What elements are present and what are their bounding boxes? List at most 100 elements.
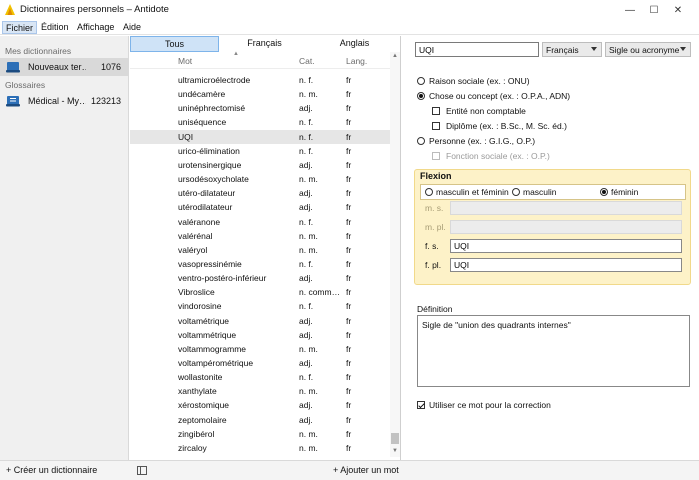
cell-mot: zingibérol: [178, 428, 215, 439]
cell-mot: uniséquence: [178, 117, 227, 128]
table-row[interactable]: uninéphrectomisé adj. fr: [130, 101, 390, 115]
cell-cat: adj.: [299, 103, 313, 114]
table-row[interactable]: urotensinergique adj. fr: [130, 158, 390, 172]
cell-lang: fr: [346, 131, 352, 142]
table-row[interactable]: ursodésoxycholate n. m. fr: [130, 172, 390, 186]
table-row[interactable]: voltampérométrique adj. fr: [130, 356, 390, 370]
table-row[interactable]: valérénal n. m. fr: [130, 229, 390, 243]
cell-lang: fr: [346, 202, 352, 213]
radio-feminin[interactable]: [600, 188, 608, 196]
cell-cat: adj.: [299, 414, 313, 425]
table-row[interactable]: xanthylate n. m. fr: [130, 384, 390, 398]
menu-fichier[interactable]: Fichier: [2, 21, 38, 34]
scroll-thumb[interactable]: [391, 433, 399, 444]
scroll-down-icon[interactable]: ▼: [392, 448, 398, 454]
cell-mot: vindorosine: [178, 301, 222, 312]
table-row[interactable]: vindorosine n. f. fr: [130, 299, 390, 313]
input-mpl[interactable]: [450, 220, 682, 234]
create-dictionary-button[interactable]: + Créer un dictionnaire: [6, 465, 97, 475]
table-row[interactable]: xérostomique adj. fr: [130, 398, 390, 412]
panel-toggle-icon[interactable]: [137, 466, 147, 475]
word-list: ultramicroélectrode n. f. fr undécamère n. m…: [130, 73, 390, 457]
table-row[interactable]: voltammogramme n. m. fr: [130, 342, 390, 356]
filter-tab-tous[interactable]: Tous: [130, 36, 219, 52]
table-row[interactable]: valéryol n. m. fr: [130, 243, 390, 257]
radio-chose-concept[interactable]: [417, 92, 425, 100]
checkbox-entite-non-comptable[interactable]: [432, 107, 440, 115]
filter-tab-francais[interactable]: Français: [220, 36, 309, 52]
radio-personne[interactable]: [417, 137, 425, 145]
column-header-mot[interactable]: Mot: [178, 56, 192, 66]
table-row[interactable]: undécamère n. m. fr: [130, 87, 390, 101]
definition-textarea[interactable]: Sigle de "union des quadrants internes": [417, 315, 690, 387]
cell-cat: n. m.: [299, 230, 318, 241]
table-row[interactable]: ultramicroélectrode n. f. fr: [130, 73, 390, 87]
filter-tab-anglais[interactable]: Anglais: [310, 36, 399, 52]
word-input[interactable]: [415, 42, 539, 57]
input-fpl[interactable]: [450, 258, 682, 272]
radio-raison-sociale[interactable]: [417, 77, 425, 85]
table-row[interactable]: Vibroslice n. comm… fr: [130, 285, 390, 299]
column-header-cat[interactable]: Cat.: [299, 56, 315, 66]
cell-lang: fr: [346, 343, 352, 354]
cell-cat: n. m.: [299, 244, 318, 255]
label-chose-concept: Chose ou concept (ex. : O.P.A., ADN): [429, 91, 571, 101]
cell-lang: fr: [346, 145, 352, 156]
table-row[interactable]: voltamétrique adj. fr: [130, 314, 390, 328]
menu-aide[interactable]: Aide: [120, 21, 144, 34]
checkbox-use-for-correction[interactable]: [417, 401, 425, 409]
cell-cat: n. f.: [299, 216, 314, 227]
table-row[interactable]: uniséquence n. f. fr: [130, 115, 390, 129]
input-fs[interactable]: [450, 239, 682, 253]
flexion-title: Flexion: [420, 171, 452, 181]
cell-mot: voltampérométrique: [178, 358, 254, 368]
table-row[interactable]: ventro-postéro-inférieur adj. fr: [130, 271, 390, 285]
scroll-up-icon[interactable]: ▲: [392, 53, 398, 59]
cell-cat: adj.: [299, 159, 313, 170]
cell-cat: adj.: [299, 358, 313, 368]
cell-mot: urico-élimination: [178, 145, 240, 156]
table-row[interactable]: utérodilatateur adj. fr: [130, 200, 390, 214]
sidebar-item-nouveaux-termes[interactable]: Nouveaux ter… 1076: [0, 58, 129, 76]
cell-lang: fr: [346, 89, 352, 100]
sidebar-item-medical[interactable]: Médical - My… 123213: [0, 92, 129, 110]
cell-cat: n. f.: [299, 301, 314, 312]
table-row[interactable]: zircaloy n. m. fr: [130, 441, 390, 455]
cell-mot: valéryol: [178, 244, 208, 255]
table-row[interactable]: zeptomolaire adj. fr: [130, 413, 390, 427]
checkbox-diplome[interactable]: [432, 122, 440, 130]
checkbox-fonction-sociale[interactable]: [432, 152, 440, 160]
cell-mot: xérostomique: [178, 400, 230, 411]
cell-mot: ursodésoxycholate: [178, 174, 249, 185]
cell-mot: valérénal: [178, 230, 213, 241]
cell-mot: uninéphrectomisé: [178, 103, 246, 114]
cell-mot: ultramicroélectrode: [178, 75, 251, 85]
table-row[interactable]: utéro-dilatateur adj. fr: [130, 186, 390, 200]
input-ms[interactable]: [450, 201, 682, 215]
cell-lang: fr: [346, 358, 352, 368]
table-row[interactable]: urico-élimination n. f. fr: [130, 144, 390, 158]
radio-masculin[interactable]: [512, 188, 520, 196]
menu-affichage[interactable]: Affichage: [74, 21, 117, 34]
table-row[interactable]: wollastonite n. f. fr: [130, 370, 390, 384]
table-row[interactable]: valéranone n. f. fr: [130, 215, 390, 229]
add-word-button[interactable]: + Ajouter un mot: [333, 465, 399, 475]
close-button[interactable]: ✕: [655, 0, 699, 20]
menu-edition[interactable]: Édition: [38, 21, 72, 34]
list-scrollbar[interactable]: ▲ ▼: [390, 52, 400, 457]
cell-mot: utérodilatateur: [178, 202, 233, 213]
language-dropdown[interactable]: Français: [542, 42, 602, 57]
label-masculin: masculin: [523, 187, 557, 197]
table-row[interactable]: vasopressinémie n. f. fr: [130, 257, 390, 271]
table-row[interactable]: voltammétrique adj. fr: [130, 328, 390, 342]
chevron-down-icon: [591, 47, 597, 51]
radio-masculin-et-feminin[interactable]: [425, 188, 433, 196]
label-diplome: Diplôme (ex. : B.Sc., M. Sc. éd.): [446, 121, 567, 131]
table-row[interactable]: UQI n. f. fr: [130, 129, 390, 144]
definition-label: Définition: [417, 304, 453, 314]
cell-cat: n. m.: [299, 428, 318, 439]
glossary-icon: [6, 96, 20, 107]
type-dropdown[interactable]: Sigle ou acronyme: [605, 42, 691, 57]
table-row[interactable]: zingibérol n. m. fr: [130, 427, 390, 441]
column-header-lang[interactable]: Lang.: [346, 56, 367, 66]
